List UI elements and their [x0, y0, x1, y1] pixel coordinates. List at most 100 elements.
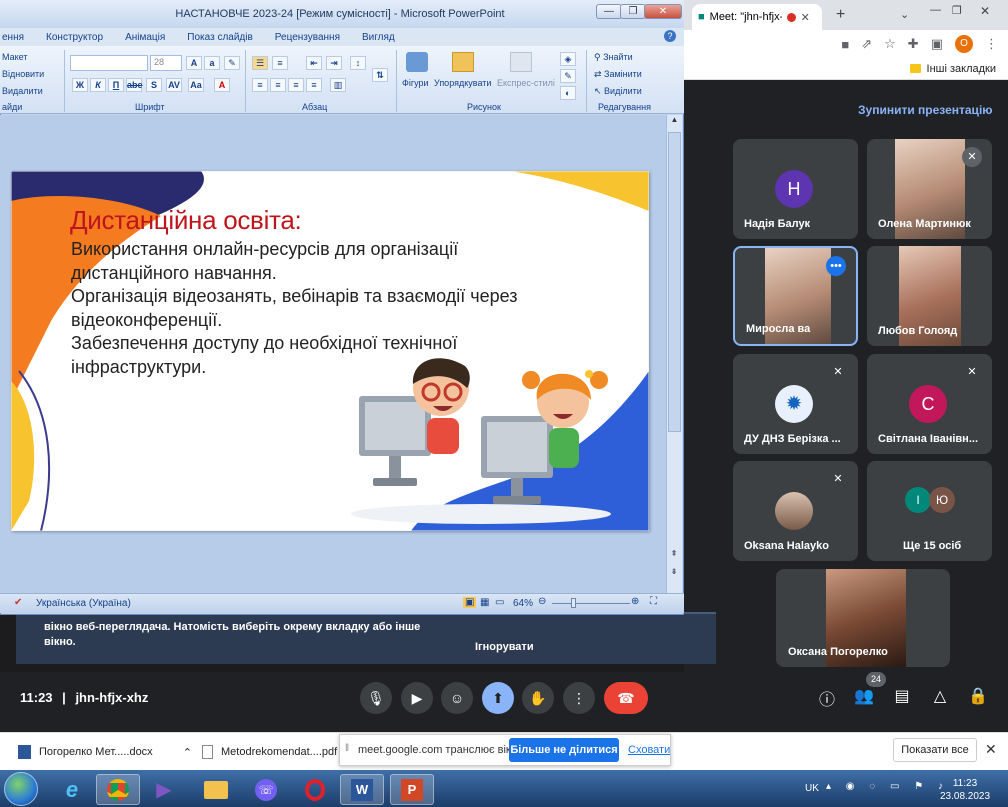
zoom-slider[interactable] — [552, 603, 630, 604]
quick-styles-button[interactable]: Експрес-стилі — [497, 78, 555, 88]
vertical-scrollbar[interactable]: ▲ ⇞ ⇟ — [666, 115, 682, 593]
activities-icon[interactable]: △ — [928, 686, 952, 706]
sidepanel-icon[interactable]: ▣ — [931, 36, 943, 52]
arrange-button[interactable]: Упорядкувати — [434, 78, 491, 88]
select-button[interactable]: ↖ Виділити — [594, 86, 642, 97]
end-call-button[interactable]: ☎ — [604, 682, 648, 714]
bullets-icon[interactable]: ☰ — [252, 56, 268, 70]
tab-meet[interactable]: ■ Meet: "jhn-hfjx-... ✕ — [692, 4, 822, 30]
participant-tile-active[interactable]: ••• Миросла ва — [733, 246, 858, 346]
effects-icon[interactable]: ◐ — [560, 86, 576, 100]
maximize-icon[interactable]: ❐ — [952, 4, 962, 17]
ignore-button[interactable]: Ігнорувати — [475, 641, 534, 653]
self-view-tile[interactable]: Оксана Погорелко — [776, 569, 950, 667]
participant-tile[interactable]: ✕ Oksana Halayko — [733, 461, 858, 561]
tab-search-icon[interactable]: ⌄ — [900, 8, 909, 21]
text-direction-icon[interactable]: ⇅ — [372, 68, 388, 82]
tray-language[interactable]: UK — [805, 783, 819, 794]
tab-slideshow[interactable]: Показ слайдів — [187, 32, 253, 43]
people-icon[interactable]: 👥 — [852, 686, 876, 706]
font-name-field[interactable] — [70, 55, 148, 71]
font-color-icon[interactable]: A — [214, 78, 230, 92]
next-slide-icon[interactable]: ⇟ — [667, 567, 681, 576]
slide[interactable]: Дистанційна освіта: Використання онлайн-… — [11, 171, 649, 531]
replace-button[interactable]: ⇄ Замінити — [594, 69, 642, 80]
fit-to-window-icon[interactable]: ⛶ — [650, 596, 657, 607]
download-item[interactable]: Metodrekomendat....pdf — [202, 745, 337, 759]
restore-button[interactable]: ❐ — [620, 4, 646, 19]
line-spacing-icon[interactable]: ↕ — [350, 56, 366, 70]
align-left-icon[interactable]: ≡ — [252, 78, 268, 92]
participant-tile[interactable]: Любов Голояд — [867, 246, 992, 346]
indent-icon[interactable]: ⇤ — [306, 56, 322, 70]
tab-design[interactable]: Конструктор — [46, 32, 103, 43]
menu-icon[interactable]: ⋮ — [985, 36, 998, 52]
clear-format-icon[interactable]: ✎ — [224, 56, 240, 70]
close-tab-icon[interactable]: ✕ — [801, 11, 810, 24]
scroll-up-icon[interactable]: ▲ — [667, 115, 682, 124]
more-options-icon[interactable]: ⋮ — [563, 682, 595, 714]
close-button[interactable]: ✕ — [644, 4, 682, 19]
tab-view[interactable]: Вигляд — [362, 32, 395, 43]
zoom-out-icon[interactable]: ⊖ — [538, 596, 546, 607]
file-explorer-icon[interactable] — [194, 774, 238, 805]
view-sorter-icon[interactable]: ▦ — [480, 597, 489, 608]
fill-icon[interactable]: ◈ — [560, 52, 576, 66]
reset-button[interactable]: Відновити — [2, 69, 44, 79]
slide-title[interactable]: Дистанційна освіта: — [70, 205, 302, 236]
shapes-icon[interactable] — [406, 52, 428, 72]
tab-review[interactable]: Рецензування — [275, 32, 340, 43]
underline-icon[interactable]: П — [108, 78, 124, 92]
more-options-icon[interactable]: ••• — [826, 256, 846, 276]
minimize-button[interactable]: — — [596, 4, 622, 19]
spellcheck-icon[interactable]: ✔ — [14, 597, 22, 608]
word-icon[interactable]: W — [340, 774, 384, 805]
shapes-button[interactable]: Фігури — [402, 78, 429, 88]
tray-icons[interactable]: ▴ ◉ ◌ ▭ ⚑ ♪ — [826, 781, 949, 792]
shadow-icon[interactable]: S — [146, 78, 162, 92]
tab-insert[interactable]: ення — [2, 32, 24, 43]
numbering-icon[interactable]: ≡ — [272, 56, 288, 70]
chat-icon[interactable]: ▤ — [890, 686, 914, 706]
zoom-in-icon[interactable]: ⊕ — [631, 596, 639, 607]
viber-icon[interactable]: ☏ — [244, 774, 288, 805]
bookmarks-folder[interactable]: Інші закладки — [927, 63, 996, 75]
language-indicator[interactable]: Українська (Україна) — [36, 598, 131, 609]
more-participants-tile[interactable]: І Ю Ще 15 осіб — [867, 461, 992, 561]
scroll-thumb[interactable] — [668, 132, 681, 432]
arrange-icon[interactable] — [452, 52, 474, 72]
grow-font-icon[interactable]: A — [186, 56, 202, 70]
ie-icon[interactable]: e — [50, 774, 94, 805]
show-all-button[interactable]: Показати все — [893, 738, 977, 762]
media-player-icon[interactable]: ▶ — [142, 774, 186, 805]
camera-toggle-icon[interactable]: ▶ — [401, 682, 433, 714]
mic-icon[interactable]: 🎙 — [360, 682, 392, 714]
stop-sharing-button[interactable]: Більше не ділитися — [509, 738, 619, 762]
participant-tile[interactable]: С ✕ Світлана Іванівн... — [867, 354, 992, 454]
italic-icon[interactable]: К — [90, 78, 106, 92]
zoom-level[interactable]: 64% — [513, 598, 533, 609]
change-case-icon[interactable]: Aa — [188, 78, 204, 92]
participant-tile[interactable]: Н Надія Балук — [733, 139, 858, 239]
delete-button[interactable]: Видалити — [2, 86, 43, 96]
find-button[interactable]: ⚲ Знайти — [594, 52, 633, 63]
minimize-icon[interactable]: — — [930, 4, 941, 16]
opera-icon[interactable] — [293, 774, 337, 805]
chevron-up-icon[interactable]: ⌃ — [183, 746, 192, 759]
stop-presenting-button[interactable]: Зупинити презентацію — [858, 103, 993, 117]
zoom-thumb[interactable] — [571, 598, 576, 608]
prev-slide-icon[interactable]: ⇞ — [667, 549, 681, 558]
close-window-icon[interactable]: ✕ — [980, 4, 990, 18]
layout-button[interactable]: Макет — [2, 52, 27, 62]
participant-tile[interactable]: ✹ ✕ ДУ ДНЗ Берізка ... — [733, 354, 858, 454]
present-icon[interactable]: ⬆ — [482, 682, 514, 714]
close-icon[interactable]: ✕ — [985, 741, 997, 758]
help-icon[interactable]: ? — [664, 30, 676, 42]
quick-styles-icon[interactable] — [510, 52, 532, 72]
star-icon[interactable]: ☆ — [884, 36, 896, 52]
bold-icon[interactable]: Ж — [72, 78, 88, 92]
share-icon[interactable]: ⇗ — [861, 36, 872, 52]
host-controls-icon[interactable]: 🔒 — [966, 686, 990, 706]
participant-tile[interactable]: ✕ Олена Мартинюк — [867, 139, 992, 239]
justify-icon[interactable]: ≡ — [306, 78, 322, 92]
